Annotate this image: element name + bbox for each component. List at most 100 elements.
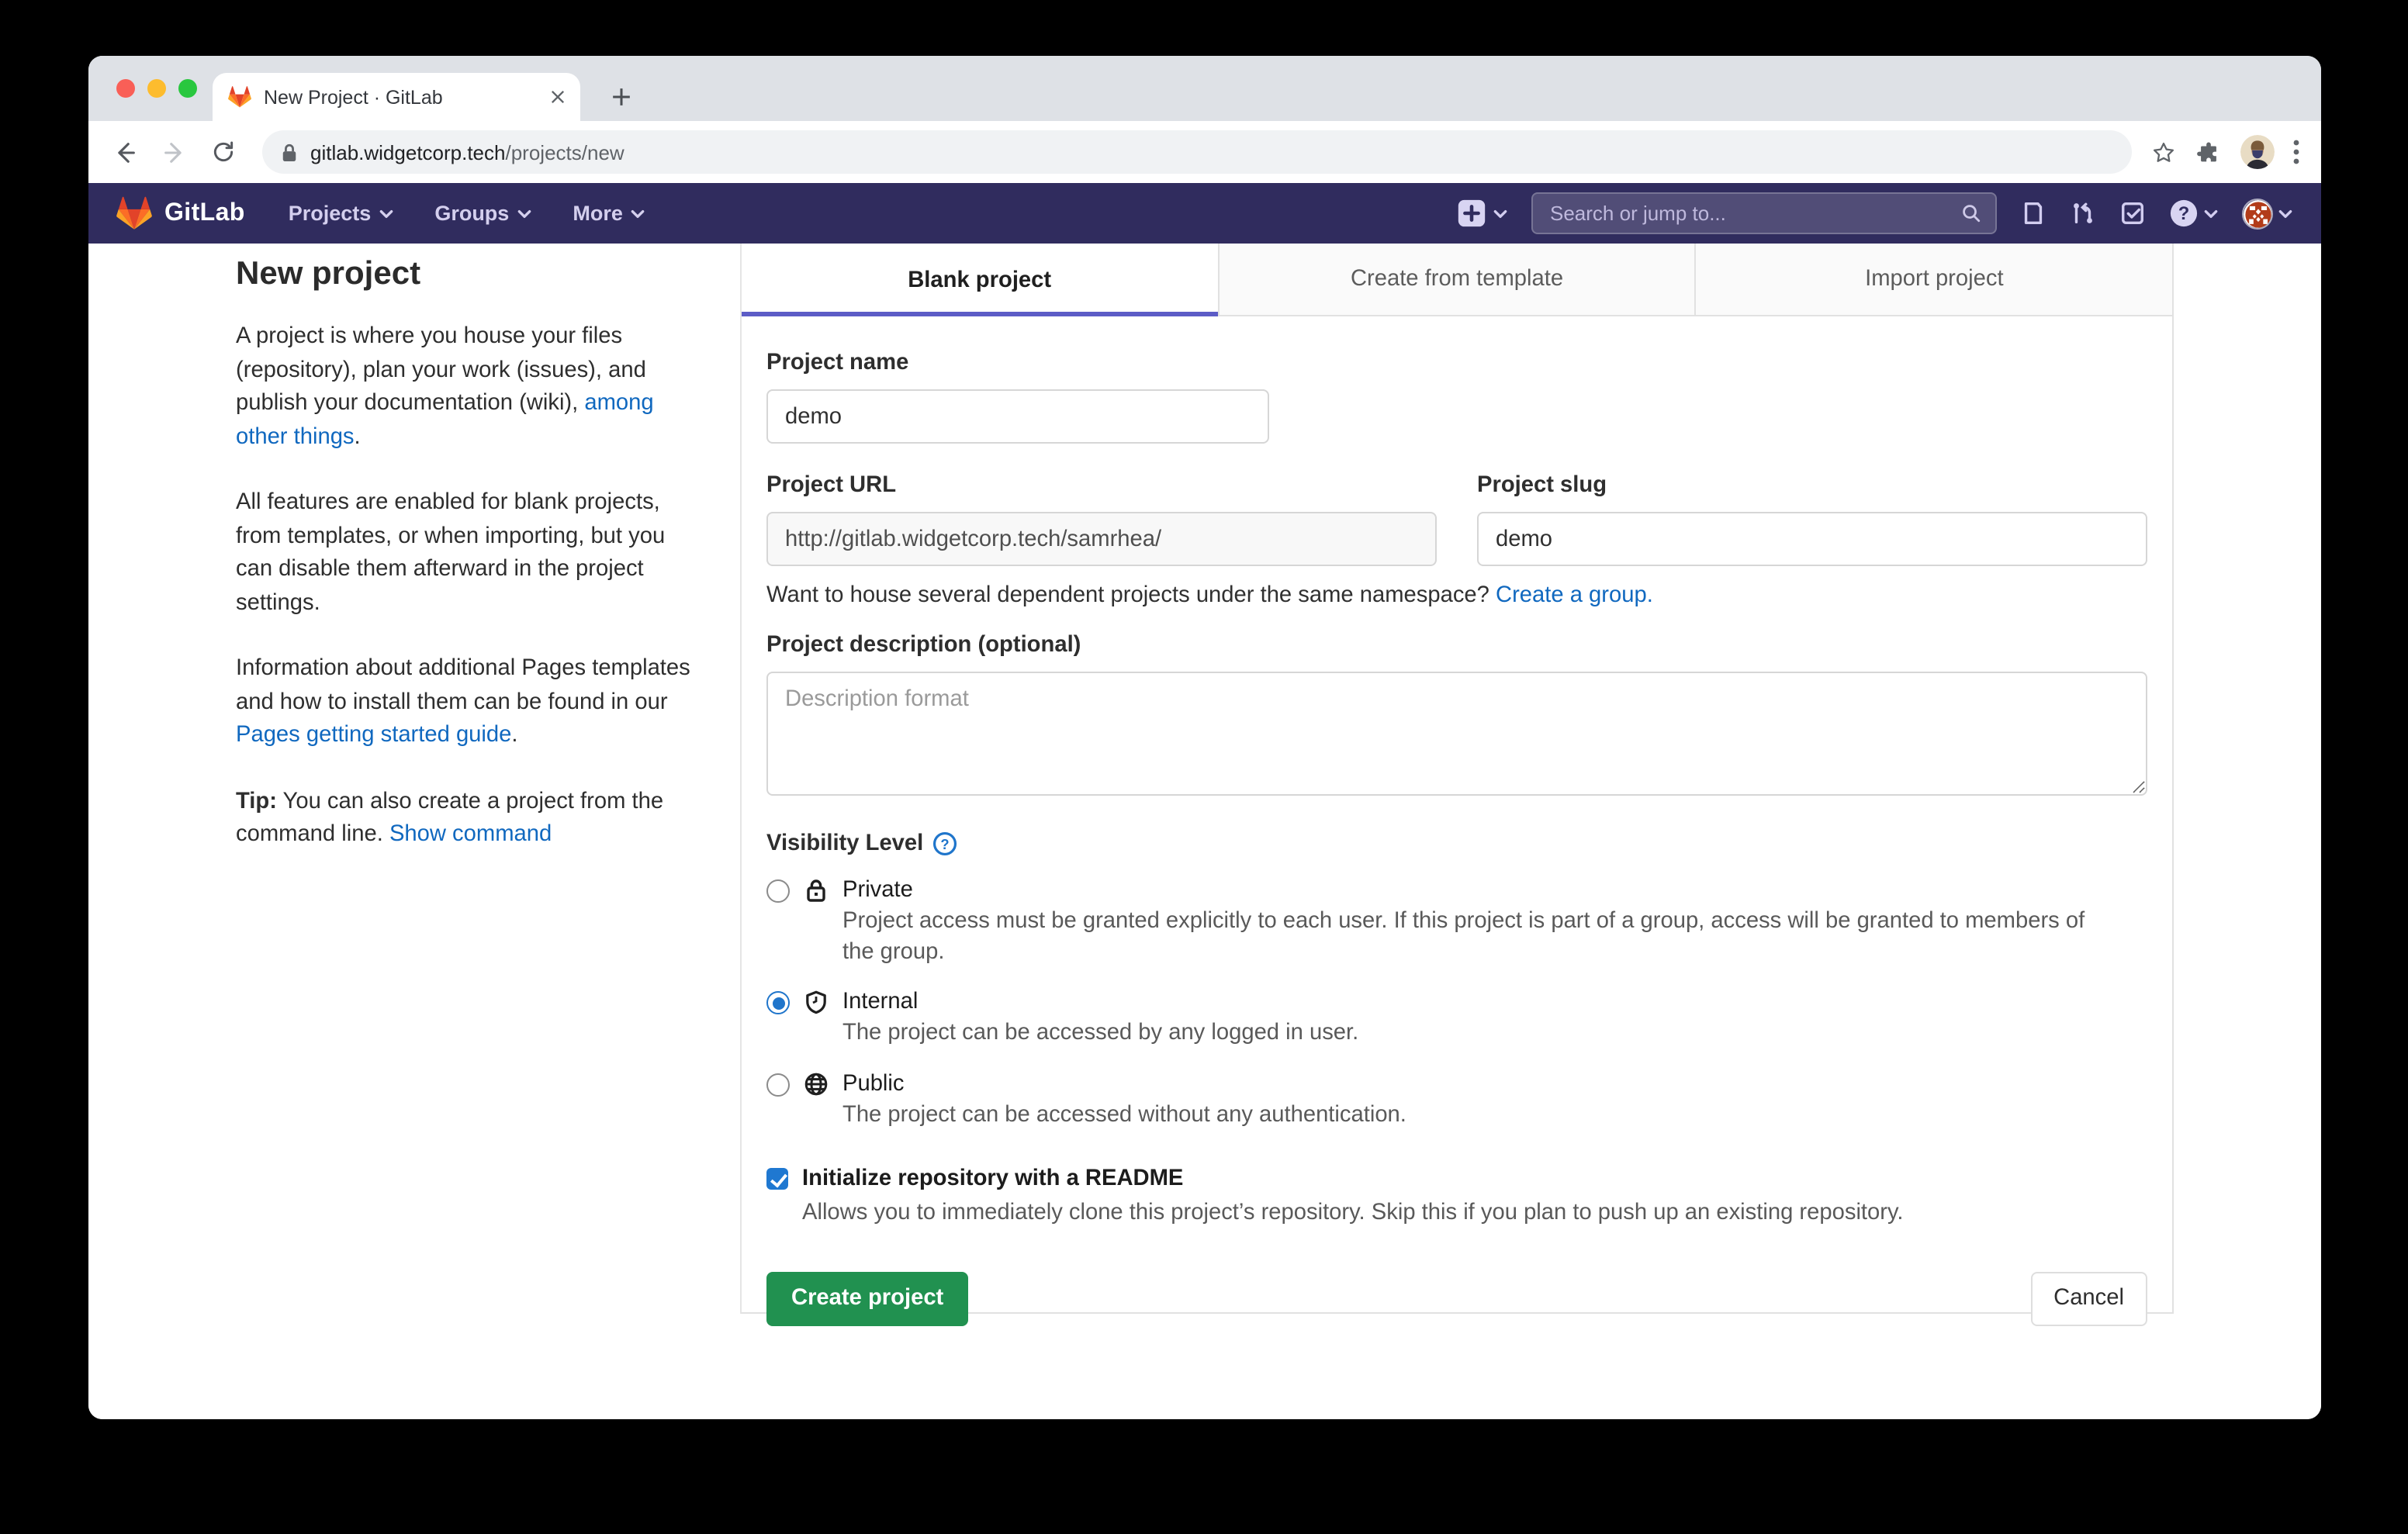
screen: New Project · GitLab (0, 0, 2408, 1534)
page-title: New project (236, 256, 690, 293)
project-name-input[interactable] (766, 389, 1269, 444)
minimize-window-button[interactable] (147, 79, 166, 98)
private-radio[interactable] (766, 879, 790, 903)
reload-icon[interactable] (203, 132, 244, 172)
sidebar-help-column: New project A project is where you house… (236, 256, 690, 885)
sidebar-paragraph: A project is where you house your files … (236, 321, 690, 454)
browser-tabstrip: New Project · GitLab (88, 56, 2321, 121)
close-icon[interactable] (551, 90, 565, 104)
readme-desc: Allows you to immediately clone this pro… (802, 1199, 1904, 1229)
chevron-down-icon (2203, 206, 2219, 221)
gitlab-navbar-right: ? (1455, 192, 2293, 234)
pages-guide-link[interactable]: Pages getting started guide (236, 723, 511, 748)
plus-square-icon (1455, 197, 1488, 230)
visibility-option-private[interactable]: Private Project access must be granted e… (766, 876, 2147, 968)
tab-import-project[interactable]: Import project (1695, 244, 2172, 316)
help-question-icon: ? (2169, 199, 2199, 228)
show-command-link[interactable]: Show command (389, 822, 552, 847)
project-url-label: Project URL (766, 473, 1437, 498)
tab-blank-project[interactable]: Blank project (742, 244, 1217, 316)
svg-text:?: ? (2178, 203, 2190, 224)
todos-check-icon[interactable] (2119, 200, 2146, 226)
lock-icon (281, 142, 298, 162)
window-controls (116, 79, 197, 98)
star-icon[interactable] (2150, 139, 2177, 165)
forward-icon[interactable] (154, 132, 194, 172)
search-input[interactable] (1547, 200, 1949, 226)
new-tab-plus-icon[interactable] (600, 76, 641, 116)
project-name-label: Project name (766, 351, 2147, 375)
merge-request-icon[interactable] (2070, 200, 2096, 226)
chevron-down-icon (2278, 206, 2293, 221)
create-project-button[interactable]: Create project (766, 1271, 968, 1325)
public-globe-icon (804, 1071, 829, 1096)
browser-tab-title: New Project · GitLab (264, 86, 538, 108)
help-menu-button[interactable]: ? (2169, 199, 2219, 228)
public-option-label: Public (842, 1071, 905, 1096)
sidebar-tip: Tip: You can also create a project from … (236, 786, 690, 852)
url-text: gitlab.widgetcorp.tech/projects/new (310, 140, 624, 164)
visibility-option-public[interactable]: Public The project can be accessed witho… (766, 1069, 2147, 1131)
project-type-tabs: Blank project Create from template Impor… (742, 244, 2172, 316)
user-avatar (2242, 198, 2273, 229)
internal-radio[interactable] (766, 991, 790, 1014)
new-menu-button[interactable] (1455, 197, 1508, 230)
public-option-desc: The project can be accessed without any … (842, 1100, 1406, 1131)
private-option-desc: Project access must be granted explicitl… (842, 907, 2099, 968)
public-radio[interactable] (766, 1073, 790, 1096)
sidebar-paragraph: Information about additional Pages templ… (236, 653, 690, 753)
private-lock-icon (804, 878, 829, 903)
project-url-input[interactable] (766, 512, 1437, 566)
cancel-button[interactable]: Cancel (2030, 1271, 2147, 1325)
sidebar-paragraph: All features are enabled for blank proje… (236, 487, 690, 620)
question-circle-icon[interactable]: ? (932, 831, 957, 856)
create-group-link[interactable]: Create a group. (1496, 583, 1653, 608)
namespace-helper: Want to house several dependent projects… (766, 583, 2147, 608)
search-icon (1961, 203, 1981, 223)
gitlab-navbar: GitLab Projects Groups More (88, 183, 2321, 244)
brand-name: GitLab (164, 199, 245, 227)
extensions-puzzle-icon[interactable] (2195, 139, 2222, 165)
nav-item-projects[interactable]: Projects (289, 202, 395, 225)
internal-option-desc: The project can be accessed by any logge… (842, 1019, 1358, 1049)
form-footer: Create project Cancel (766, 1271, 2147, 1325)
chevron-down-icon (631, 206, 646, 221)
favicon-gitlab-icon (228, 85, 251, 109)
visibility-level-label: Visibility Level ? (766, 831, 2147, 856)
private-option-label: Private (842, 878, 913, 903)
tab-create-from-template[interactable]: Create from template (1217, 244, 1694, 316)
browser-toolbar-right (2150, 135, 2306, 169)
readme-row[interactable]: Initialize repository with a README Allo… (766, 1165, 2147, 1229)
chevron-down-icon (379, 206, 394, 221)
internal-option-label: Internal (842, 990, 918, 1014)
nav-item-more[interactable]: More (573, 202, 646, 225)
chevron-down-icon (517, 206, 532, 221)
search-box[interactable] (1531, 192, 1997, 234)
project-slug-input[interactable] (1477, 512, 2147, 566)
readme-checkbox[interactable] (766, 1168, 788, 1190)
project-slug-label: Project slug (1477, 473, 2147, 498)
kebab-menu-icon[interactable] (2293, 140, 2299, 164)
internal-shield-icon (804, 990, 829, 1014)
new-project-panel: Blank project Create from template Impor… (740, 244, 2174, 1314)
visibility-option-internal[interactable]: Internal The project can be accessed by … (766, 988, 2147, 1049)
gitlab-brand[interactable]: GitLab (116, 195, 245, 231)
close-window-button[interactable] (116, 79, 135, 98)
browser-tab[interactable]: New Project · GitLab (213, 73, 580, 121)
nav-item-groups[interactable]: Groups (434, 202, 532, 225)
browser-profile-avatar[interactable] (2240, 135, 2275, 169)
project-description-label: Project description (optional) (766, 633, 2147, 658)
back-icon[interactable] (104, 132, 144, 172)
address-bar[interactable]: gitlab.widgetcorp.tech/projects/new (262, 130, 2132, 174)
browser-toolbar: gitlab.widgetcorp.tech/projects/new (88, 121, 2321, 183)
project-description-textarea[interactable] (766, 672, 2147, 796)
chevron-down-icon (1493, 206, 1508, 221)
issues-icon[interactable] (2020, 200, 2046, 226)
browser-window: New Project · GitLab (88, 56, 2321, 1419)
svg-text:?: ? (941, 836, 950, 852)
readme-label: Initialize repository with a README (802, 1166, 1183, 1191)
page-content: New project A project is where you house… (88, 244, 2321, 1419)
user-menu-button[interactable] (2242, 198, 2293, 229)
gitlab-nav-links: Projects Groups More (289, 202, 646, 225)
zoom-window-button[interactable] (178, 79, 197, 98)
